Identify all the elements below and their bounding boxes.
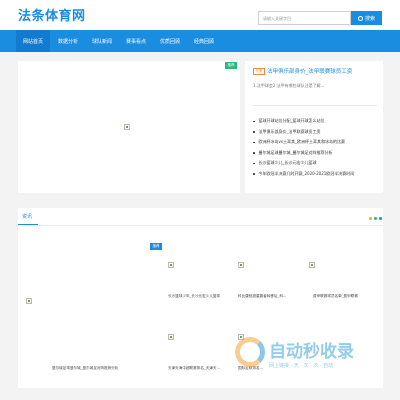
dot-icon (374, 217, 377, 220)
bullet-icon (253, 173, 255, 175)
thumb-image[interactable] (168, 334, 174, 340)
headline-summary: 1.法甲球会2.法甲有哪些球队注是了解... (253, 83, 325, 88)
list-item-label: 曼尔城足球曼尔城_曼尔城足对阵推荐分析 (258, 149, 333, 155)
more-dots-icon[interactable] (369, 217, 382, 220)
bullet-icon (253, 141, 255, 143)
watermark: 自动秒收录 网上链接 · 天 · 次 · 次 · 自动 (233, 335, 393, 375)
section-divider (18, 225, 383, 226)
thumb-caption[interactable]: 科比康柏超重霸者转移后_科... (238, 294, 286, 299)
list-item[interactable]: 欧洲杯冰岛vs土耳其_欧洲杯土耳其和冰岛的比赛 (253, 137, 383, 148)
search-button[interactable]: 搜索 (351, 11, 382, 25)
nav-item-quality-review[interactable]: 优质回顾 (154, 30, 186, 52)
list-item-label: 今年欧冠半决赛几时开赛_2020-2021欧冠半决赛时间 (258, 170, 355, 176)
list-item[interactable]: 长沙篮球少儿_长沙元宏少儿篮球 (253, 158, 383, 169)
nav-item-home[interactable]: 网站首页 (16, 30, 50, 52)
list-item-label: 法甲俱乐部身价_法甲联赛球员工资 (258, 128, 321, 134)
main-nav: 网站首页 数据分析 球队新闻 赛事看点 优质回顾 经典回顾 (0, 30, 400, 52)
thumb-caption[interactable]: 天津天海中超联赛排名_天津天... (168, 366, 220, 371)
watermark-logo-icon (235, 337, 265, 367)
active-tab-indicator (18, 224, 38, 225)
bullet-icon (253, 152, 255, 154)
watermark-title: 自动秒收录 (269, 342, 354, 362)
headline-tag: 头条 (253, 68, 265, 75)
list-item-label: 欧洲杯冰岛vs土耳其_欧洲杯土耳其和冰岛的比赛 (258, 139, 345, 145)
section-badge: 推荐 (150, 243, 162, 250)
nav-item-classic-review[interactable]: 经典回顾 (188, 30, 220, 52)
thumb-image[interactable] (168, 262, 174, 268)
nav-item-match-highlights[interactable]: 赛事看点 (120, 30, 152, 52)
dot-icon (379, 217, 382, 220)
hero-badge: 推荐 (225, 62, 237, 69)
dot-icon (369, 217, 372, 220)
search-input[interactable] (258, 11, 351, 25)
thumb-image[interactable] (238, 262, 244, 268)
divider (253, 105, 377, 106)
list-item[interactable]: 曼尔城足球曼尔城_曼尔城足对阵推荐分析 (253, 148, 383, 159)
thumb-caption[interactable]: 费甲联赛球员名单_费甲联赛 (313, 294, 358, 299)
featured-image[interactable] (26, 298, 32, 304)
nav-item-data-analysis[interactable]: 数据分析 (52, 30, 84, 52)
list-item[interactable]: 法甲俱乐部身价_法甲联赛球员工资 (253, 127, 383, 138)
list-item-label: 长沙篮球少儿_长沙元宏少儿篮球 (258, 160, 317, 166)
headline-title[interactable]: 法甲俱乐部身价_法甲联赛球员工资 (267, 67, 352, 75)
list-item[interactable]: 今年欧冠半决赛几时开赛_2020-2021欧冠半决赛时间 (253, 169, 383, 180)
site-logo[interactable]: 法条体育网 (18, 5, 86, 24)
thumb-image[interactable] (309, 262, 315, 268)
nav-item-team-news[interactable]: 球队新闻 (86, 30, 118, 52)
news-list: 篮球开球站位分配_篮球开球怎么站位 法甲俱乐部身价_法甲联赛球员工资 欧洲杯冰岛… (253, 116, 383, 179)
search-button-label: 搜索 (364, 15, 375, 22)
hero-image[interactable] (124, 124, 130, 130)
watermark-subtitle: 网上链接 · 天 · 次 · 次 · 自动 (269, 363, 334, 369)
thumb-caption[interactable]: 长沙篮球少年_长沙元宏少儿篮球 (168, 294, 220, 299)
search-icon (357, 15, 363, 21)
site-header: 法条体育网 搜索 (0, 0, 400, 30)
bullet-icon (253, 131, 255, 133)
list-item-label: 篮球开球站位分配_篮球开球怎么站位 (258, 118, 325, 124)
featured-caption[interactable]: 曼尔城足球曼尔城_曼尔城足对阵推荐分析 (52, 366, 118, 371)
bullet-icon (253, 162, 255, 164)
list-item[interactable]: 篮球开球站位分配_篮球开球怎么站位 (253, 116, 383, 127)
tab-news[interactable]: 资讯 (22, 213, 32, 220)
bullet-icon (253, 120, 255, 122)
